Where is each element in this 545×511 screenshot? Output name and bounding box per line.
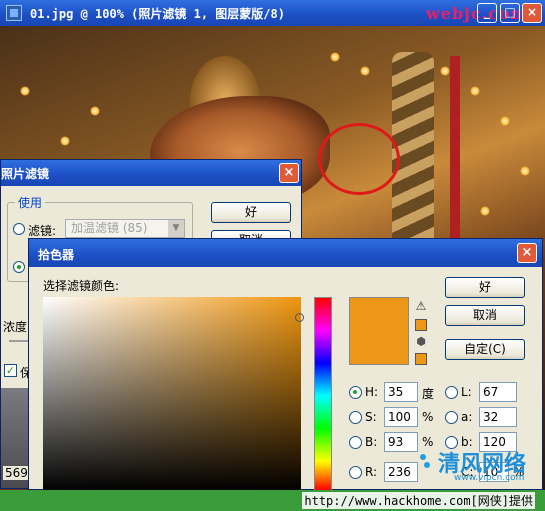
color-picker-cancel-button[interactable]: 取消 <box>445 305 525 326</box>
saturation-brightness-field[interactable] <box>43 297 301 491</box>
photo-filter-titlebar[interactable]: 照片滤镜 × <box>1 160 301 186</box>
light-bulb <box>360 66 370 76</box>
filter-radio[interactable] <box>13 223 25 235</box>
lab-l-field[interactable]: 67 <box>479 382 517 402</box>
gamut-warning-swatch[interactable] <box>415 319 427 331</box>
footer-bar: http://www.hackhome.com[网侠]提供 <box>0 490 545 511</box>
color-field-marker[interactable] <box>295 313 304 322</box>
photo-window-title: 01.jpg @ 100% (照片滤镜 1, 图层蒙版/8) <box>30 7 285 21</box>
maximize-button[interactable]: □ <box>500 3 520 23</box>
s-label: S: <box>365 410 377 424</box>
h-field[interactable]: 35 <box>384 382 418 402</box>
custom-colors-button[interactable]: 自定(C) <box>445 339 525 360</box>
b-radio[interactable] <box>349 436 362 449</box>
color-picker-titlebar[interactable]: 拾色器 × <box>29 239 542 267</box>
lab-a-radio[interactable] <box>445 411 458 424</box>
h-radio[interactable] <box>349 386 362 399</box>
footer-credit: http://www.hackhome.com[网侠]提供 <box>302 492 535 509</box>
r-field[interactable]: 236 <box>384 462 418 482</box>
b-label: B: <box>365 435 378 449</box>
filter-select[interactable]: 加温滤镜 (85) ▼ <box>65 219 185 238</box>
site-watermark-logo: 清风网络 www.vipcn.com <box>418 446 538 486</box>
h-label: H: <box>365 385 379 399</box>
chevron-down-icon[interactable]: ▼ <box>168 220 184 237</box>
photoshop-doc-icon <box>6 5 22 21</box>
light-bulb <box>520 166 530 176</box>
r-radio[interactable] <box>349 466 362 479</box>
lab-a-field[interactable]: 32 <box>479 407 517 427</box>
color-picker-title: 拾色器 <box>38 248 75 262</box>
light-bulb <box>440 66 450 76</box>
light-bulb <box>470 86 480 96</box>
lab-a-label: a: <box>461 410 473 424</box>
watermark-site-url: www.vipcn.com <box>454 473 525 483</box>
color-picker-ok-button[interactable]: 好 <box>445 277 525 298</box>
use-group-label: 使用 <box>15 194 46 211</box>
web-safe-swatch[interactable] <box>415 353 427 365</box>
light-bulb <box>20 86 30 96</box>
lab-l-label: L: <box>461 385 472 399</box>
light-bulb <box>480 206 490 216</box>
light-bulb <box>500 116 510 126</box>
r-label: R: <box>365 465 378 479</box>
color-picker-close-button[interactable]: × <box>517 243 537 263</box>
s-unit: % <box>422 410 434 424</box>
current-color-swatch <box>349 297 409 365</box>
logo-dots-icon <box>418 452 432 472</box>
photo-filter-ok-button[interactable]: 好 <box>211 202 291 223</box>
lab-l-radio[interactable] <box>445 386 458 399</box>
filter-select-value: 加温滤镜 (85) <box>71 221 148 235</box>
filter-label: 滤镜: <box>28 224 57 238</box>
s-radio[interactable] <box>349 411 362 424</box>
web-safe-cube-icon[interactable]: ⬢ <box>414 335 428 349</box>
minimize-button[interactable]: _ <box>477 3 497 23</box>
light-bulb <box>90 106 100 116</box>
photo-window-titlebar[interactable]: 01.jpg @ 100% (照片滤镜 1, 图层蒙版/8) webjc.com… <box>0 0 545 26</box>
preserve-luminosity-checkbox[interactable]: ✓ <box>4 364 17 377</box>
gamut-warning-icon[interactable]: ⚠ <box>414 299 428 313</box>
s-field[interactable]: 100 <box>384 407 418 427</box>
red-pole <box>450 56 460 256</box>
hue-slider[interactable] <box>314 297 332 491</box>
light-bulb <box>330 52 340 62</box>
close-button[interactable]: × <box>522 3 542 23</box>
photo-filter-close-button[interactable]: × <box>279 163 299 183</box>
color-radio[interactable] <box>13 261 25 273</box>
color-picker-instruction: 选择滤镜颜色: <box>43 279 120 293</box>
photo-filter-title: 照片滤镜 <box>1 167 50 181</box>
h-unit: 度 <box>422 387 435 401</box>
highlight-circle <box>318 123 400 195</box>
light-bulb <box>60 136 70 146</box>
b-field[interactable]: 93 <box>384 432 418 452</box>
